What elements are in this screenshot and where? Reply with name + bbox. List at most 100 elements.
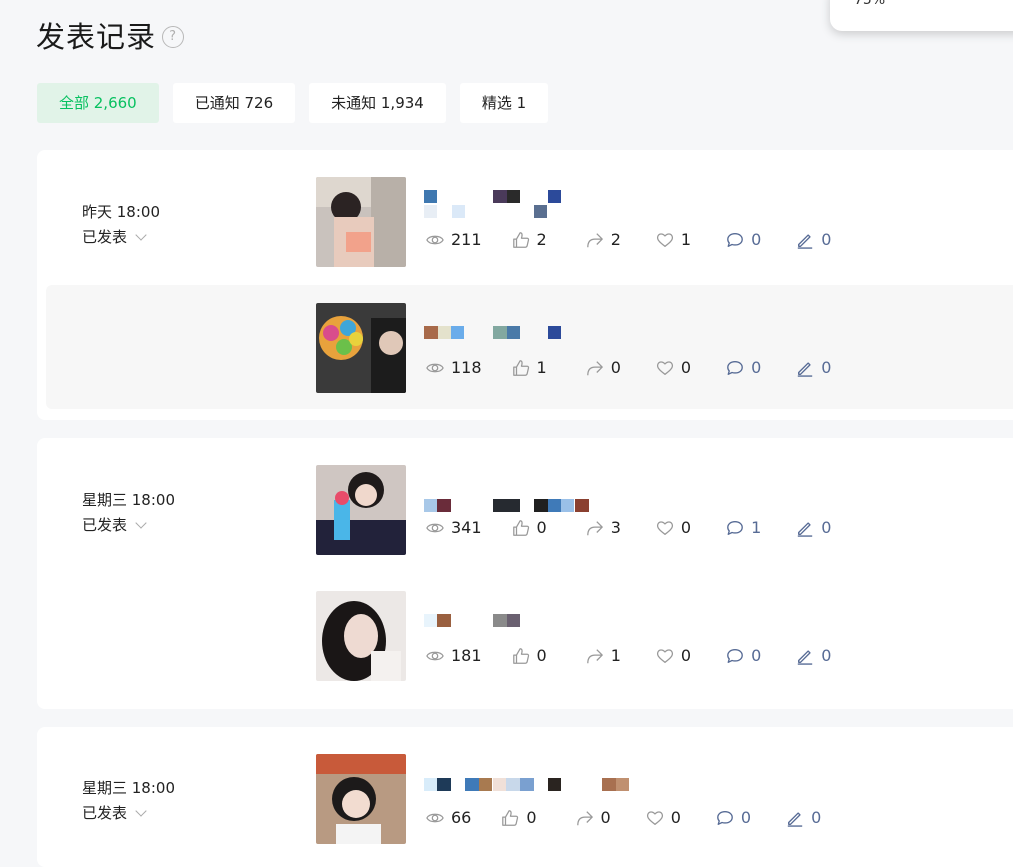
stat-views-value: 341	[451, 518, 482, 537]
share-icon	[586, 359, 604, 377]
edit-icon	[796, 647, 814, 665]
stat-comments[interactable]: 0	[726, 230, 761, 249]
stat-likes-value: 0	[536, 518, 547, 537]
edit-icon	[786, 809, 804, 827]
share-icon	[586, 231, 604, 249]
post-thumbnail	[316, 465, 406, 555]
share-icon	[576, 809, 594, 827]
stat-favs-value: 0	[680, 646, 692, 665]
stat-views-value: 181	[451, 646, 482, 665]
post-group-card: 昨天 18:00 已发表 211 2 2 1 0 0 118 1 0 0 0 0	[37, 150, 1013, 420]
stat-comments-value: 0	[751, 230, 762, 249]
page-title: 发表记录 ?	[36, 14, 185, 56]
edit-icon	[796, 359, 814, 377]
stat-comments[interactable]: 0	[716, 808, 751, 827]
stat-edits[interactable]: 0	[796, 646, 831, 665]
stat-likes-value: 1	[536, 358, 547, 377]
heart-icon	[656, 647, 674, 665]
filter-tabs: 全部 2,660 已通知 726 未通知 1,934 精选 1	[37, 83, 562, 123]
stat-views-value: 66	[451, 808, 472, 827]
share-icon	[586, 647, 604, 665]
heart-icon	[656, 231, 674, 249]
stat-shares-value: 0	[600, 808, 611, 827]
post-row[interactable]: 211 2 2 1 0 0	[37, 159, 1013, 283]
heart-icon	[656, 359, 674, 377]
stat-favs-value: 0	[680, 358, 692, 377]
comment-icon	[716, 809, 734, 827]
stat-likes: 1	[512, 358, 547, 377]
page-title-text: 发表记录	[36, 20, 157, 54]
eye-icon	[426, 231, 444, 249]
comment-icon	[726, 231, 744, 249]
stat-likes: 0	[512, 646, 547, 665]
eye-icon	[426, 359, 444, 377]
stat-edits-value: 0	[821, 230, 832, 249]
stat-shares-value: 0	[610, 358, 621, 377]
tab-all[interactable]: 全部 2,660	[37, 83, 159, 123]
post-thumbnail	[316, 591, 406, 681]
stat-comments[interactable]: 0	[726, 646, 761, 665]
post-row[interactable]: 66 0 0 0 0 0	[37, 736, 1013, 860]
comment-icon	[726, 519, 744, 537]
tab-not-notified[interactable]: 未通知 1,934	[309, 83, 446, 123]
stat-shares: 0	[586, 358, 621, 377]
stat-edits-value: 0	[821, 518, 832, 537]
post-stats: 341 0 3 0 1 0	[426, 518, 831, 537]
post-group-card: 星期三 18:00 已发表 341 0 3 0 1 0 181 0 1 0 0 0	[37, 438, 1013, 709]
stat-likes: 0	[501, 808, 537, 827]
stat-favs: 0	[656, 518, 691, 537]
heart-icon	[656, 519, 674, 537]
stat-shares: 1	[586, 646, 621, 665]
post-row[interactable]: 118 1 0 0 0 0	[46, 285, 1013, 409]
thumbs-up-icon	[512, 647, 530, 665]
stat-likes: 0	[512, 518, 547, 537]
eye-icon	[426, 647, 444, 665]
stat-views: 118	[426, 358, 482, 377]
stat-shares: 2	[586, 230, 621, 249]
comment-icon	[726, 359, 744, 377]
post-stats: 66 0 0 0 0 0	[426, 808, 821, 827]
stat-views: 211	[426, 230, 482, 249]
stat-likes-value: 2	[536, 230, 547, 249]
stat-views: 66	[426, 808, 471, 827]
stat-edits-value: 0	[821, 646, 832, 665]
stat-edits[interactable]: 0	[796, 358, 831, 377]
post-thumbnail	[316, 754, 406, 844]
stat-favs-value: 1	[680, 230, 692, 249]
stat-favs-value: 0	[670, 808, 681, 827]
stat-views-value: 211	[451, 230, 482, 249]
stat-likes-value: 0	[526, 808, 537, 827]
stat-views: 181	[426, 646, 482, 665]
stat-favs: 0	[656, 358, 691, 377]
help-icon[interactable]: ?	[162, 25, 185, 48]
tab-featured[interactable]: 精选 1	[459, 83, 549, 123]
stat-comments[interactable]: 1	[726, 518, 761, 537]
stat-views: 341	[426, 518, 482, 537]
thumbs-up-icon	[512, 231, 530, 249]
edit-icon	[796, 519, 814, 537]
stat-favs: 1	[656, 230, 691, 249]
stat-shares: 0	[576, 808, 611, 827]
stat-edits-value: 0	[821, 358, 832, 377]
post-stats: 211 2 2 1 0 0	[426, 230, 831, 249]
zoom-popup: 75%	[830, 0, 1013, 31]
stat-comments-value: 1	[751, 518, 762, 537]
post-row[interactable]: 181 0 1 0 0 0	[37, 573, 1013, 697]
stat-shares: 3	[586, 518, 621, 537]
edit-icon	[796, 231, 814, 249]
heart-icon	[646, 809, 664, 827]
stat-comments[interactable]: 0	[726, 358, 761, 377]
stat-edits[interactable]: 0	[796, 518, 831, 537]
tab-notified[interactable]: 已通知 726	[172, 83, 296, 123]
stat-shares-value: 3	[610, 518, 621, 537]
post-stats: 118 1 0 0 0 0	[426, 358, 831, 377]
thumbs-up-icon	[512, 359, 530, 377]
post-group-card: 星期三 18:00 已发表 66 0 0 0 0 0	[37, 727, 1013, 867]
stat-edits[interactable]: 0	[796, 230, 831, 249]
stat-likes-value: 0	[536, 646, 547, 665]
zoom-popup-text: 75%	[854, 0, 886, 8]
stat-comments-value: 0	[751, 358, 762, 377]
stat-edits[interactable]: 0	[786, 808, 821, 827]
post-row[interactable]: 341 0 3 0 1 0	[37, 447, 1013, 571]
stat-shares-value: 2	[610, 230, 621, 249]
